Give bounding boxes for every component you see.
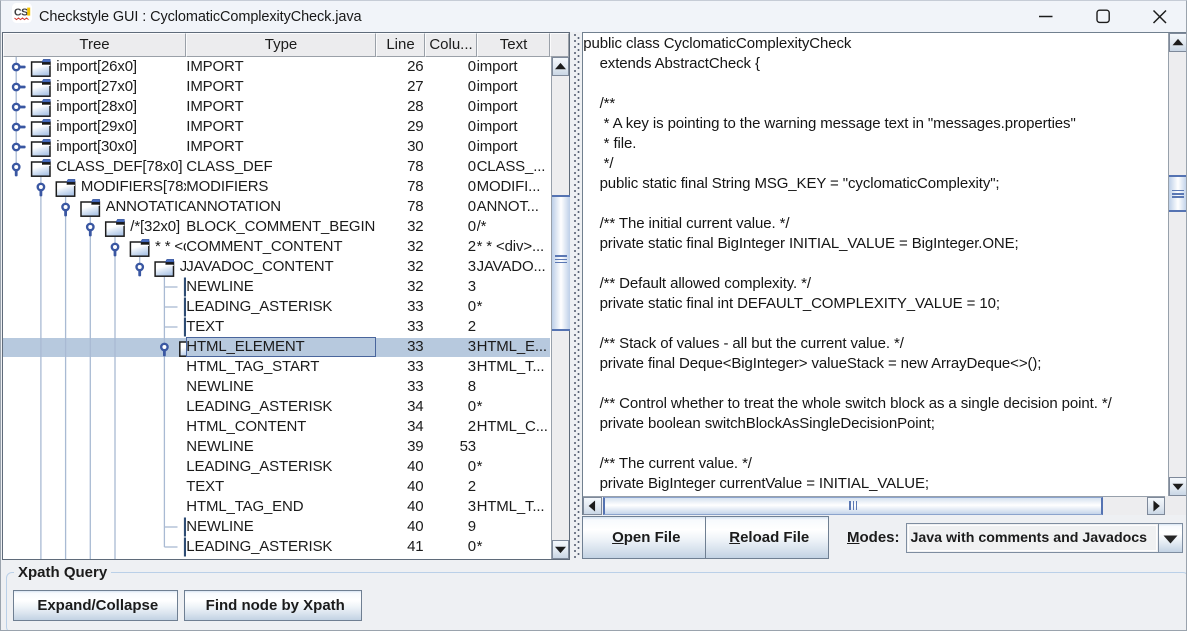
svg-text:CS: CS [14, 6, 28, 18]
